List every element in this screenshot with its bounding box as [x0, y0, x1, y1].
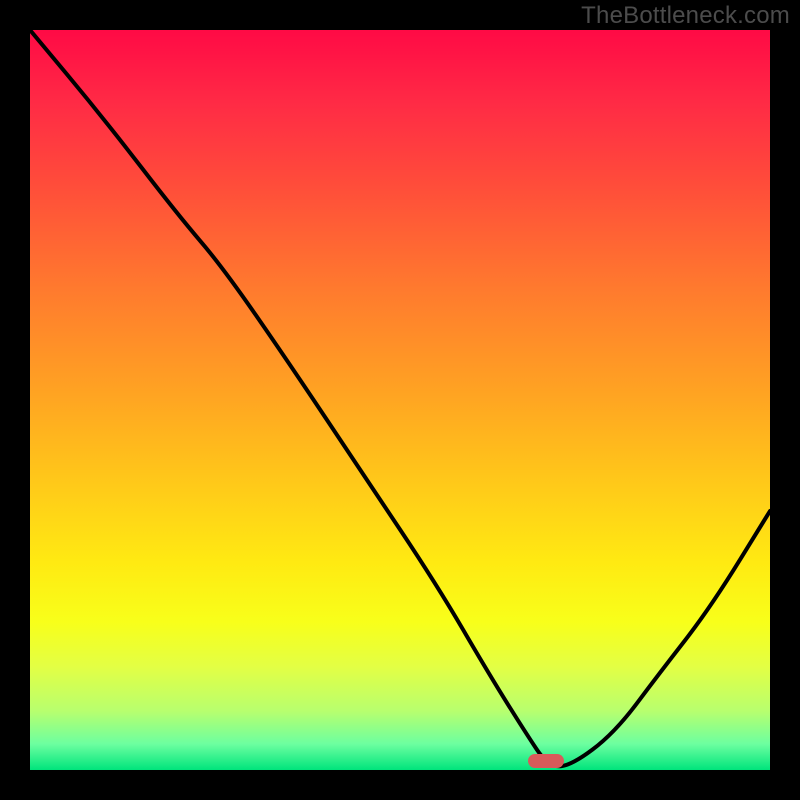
plot-area [30, 30, 770, 770]
bottleneck-curve-path [30, 30, 770, 766]
chart-frame: TheBottleneck.com [0, 0, 800, 800]
attribution-label: TheBottleneck.com [581, 2, 790, 30]
optimum-marker [528, 754, 564, 768]
line-chart [30, 30, 770, 770]
